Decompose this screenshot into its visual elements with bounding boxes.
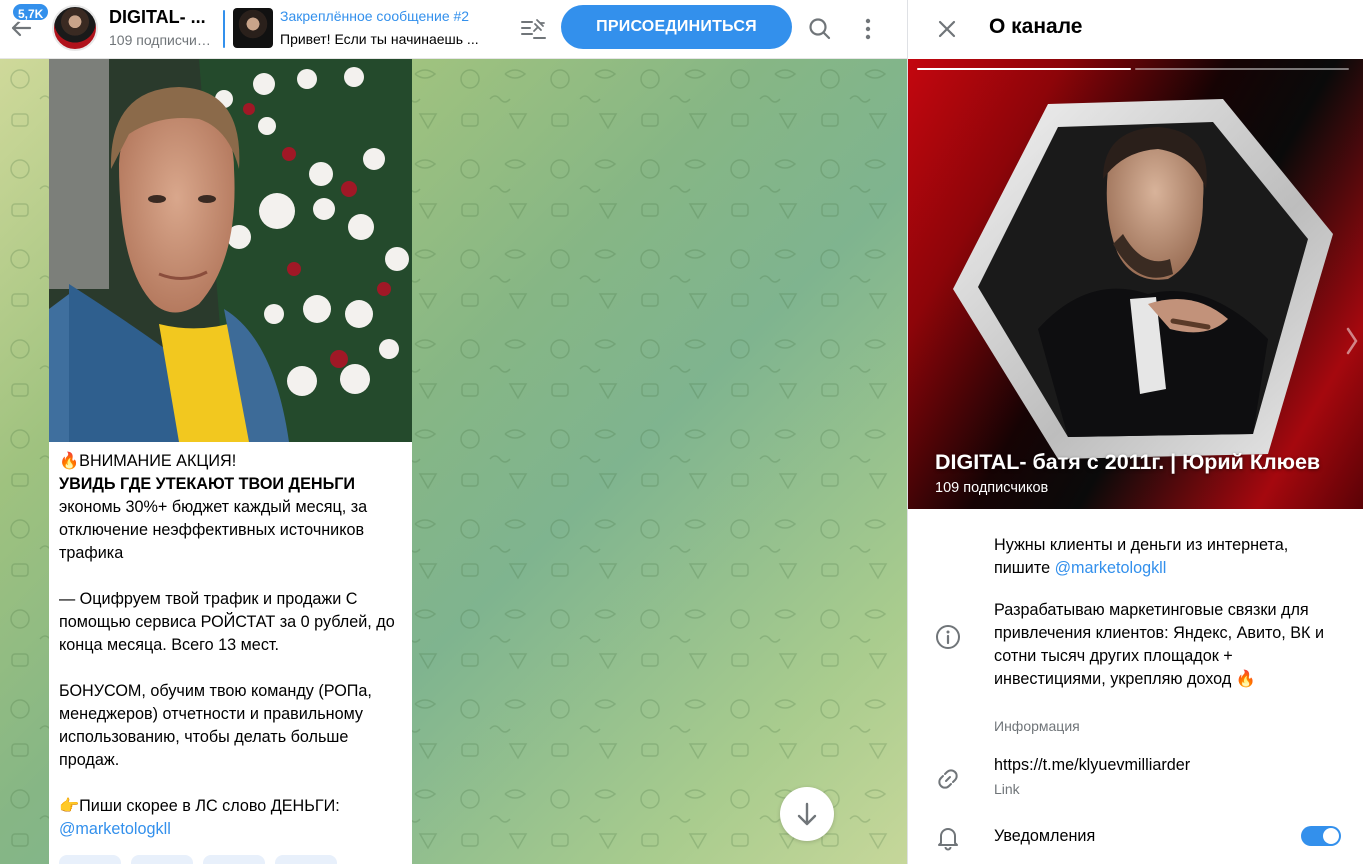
channel-link[interactable]: https://t.me/klyuevmilliarder [994, 754, 1344, 777]
cover-title: DIGITAL- батя с 2011г. | Юрий Клюев [935, 450, 1321, 474]
description-row: Нужны клиенты и деньги из интернета, пиш… [908, 509, 1363, 734]
channel-cover[interactable]: DIGITAL- батя с 2011г. | Юрий Клюев 109 … [908, 59, 1363, 509]
channel-subscribers: 109 подписчиков [109, 32, 214, 48]
bell-icon [938, 828, 958, 851]
post-photo[interactable] [49, 59, 412, 442]
more-vertical-icon[interactable] [853, 12, 883, 46]
join-button[interactable]: ПРИСОЕДИНИТЬСЯ [561, 5, 792, 49]
cover-portrait [953, 99, 1358, 459]
chat-header: 5,7K DIGITAL- ... 109 подписчиков Закреп… [0, 0, 907, 59]
search-icon[interactable] [803, 12, 837, 46]
unread-badge: 5,7K [11, 2, 51, 22]
post-line: экономь 30%+ бюджет каждый месяц, за отк… [59, 498, 368, 562]
reaction-chip[interactable] [203, 855, 265, 864]
post-line-bold: УВИДЬ ГДЕ УТЕКАЮТ ТВОИ ДЕНЬГИ [59, 475, 356, 493]
arrow-down-icon [797, 802, 817, 826]
scroll-down-button[interactable] [780, 787, 834, 841]
notifications-label: Уведомления [994, 827, 1096, 845]
description-text: Нужны клиенты и деньги из интернета, пиш… [994, 534, 1344, 580]
info-icon [936, 625, 960, 649]
panel-header: О канале [908, 0, 1363, 59]
reaction-chip[interactable] [131, 855, 193, 864]
toggle-knob [1323, 828, 1339, 844]
reaction-chip[interactable] [275, 855, 337, 864]
pinned-indicator [223, 10, 225, 48]
channel-title[interactable]: DIGITAL- ... [109, 7, 206, 28]
post-text: 🔥ВНИМАНИЕ АКЦИЯ! УВИДЬ ГДЕ УТЕКАЮТ ТВОИ … [59, 450, 404, 841]
close-icon[interactable] [930, 12, 964, 46]
link-row[interactable]: https://t.me/klyuevmilliarder Link [908, 746, 1363, 806]
post-line: — Оцифруем твой трафик и продажи С помощ… [59, 590, 395, 654]
post-line-blank [59, 565, 404, 588]
pinned-title[interactable]: Закреплённое сообщение #2 [280, 8, 469, 24]
post-line-blank [59, 772, 404, 795]
cover-subscribers: 109 подписчиков [935, 480, 1049, 496]
notifications-row[interactable]: Уведомления [908, 814, 1363, 864]
channel-info-panel: О канале DIGITAL- батя с 2011г. | Юрий К… [907, 0, 1363, 864]
description-caption: Информация [994, 718, 1080, 734]
telegram-web-app: 5,7K DIGITAL- ... 109 подписчиков Закреп… [0, 0, 1363, 864]
reactions-bar [59, 855, 404, 864]
pinned-list-icon[interactable] [518, 14, 548, 44]
reaction-chip[interactable] [59, 855, 121, 864]
post-line: 👉Пиши скорее в ЛС слово ДЕНЬГИ: [59, 797, 340, 815]
post-mention-link[interactable]: @marketologkll [59, 818, 404, 841]
post-line-blank [59, 657, 404, 680]
pinned-thumbnail[interactable] [233, 8, 273, 48]
notifications-toggle[interactable] [1301, 826, 1341, 846]
link-caption: Link [994, 781, 1020, 797]
post-line: БОНУСОМ, обучим твою команду (РОПа, мене… [59, 682, 372, 769]
description-text: Разрабатываю маркетинговые связки для пр… [994, 601, 1325, 688]
link-icon [938, 769, 958, 789]
channel-post[interactable]: 🔥ВНИМАНИЕ АКЦИЯ! УВИДЬ ГДЕ УТЕКАЮТ ТВОИ … [49, 59, 412, 864]
panel-title: О канале [989, 15, 1083, 38]
post-line: 🔥ВНИМАНИЕ АКЦИЯ! [59, 452, 237, 470]
chat-area: 🔥ВНИМАНИЕ АКЦИЯ! УВИДЬ ГДЕ УТЕКАЮТ ТВОИ … [0, 59, 907, 864]
pinned-text[interactable]: Привет! Если ты начинаешь ... [280, 31, 505, 47]
description-mention-link[interactable]: @marketologkll [1055, 559, 1167, 577]
channel-avatar[interactable] [52, 5, 98, 51]
